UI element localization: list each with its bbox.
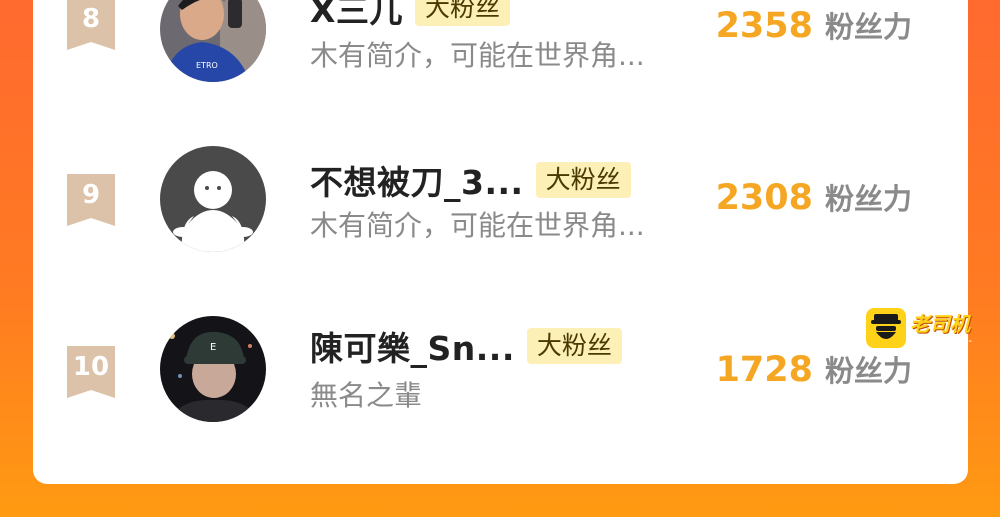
fan-level-badge: 大粉丝 [535,162,631,198]
fan-power-unit: 粉丝力 [824,10,912,44]
list-item[interactable]: 9 不想被刀_3... 大粉丝 木有简介，可能在世界角... 2308 粉丝力 [33,146,968,256]
avatar[interactable] [160,146,266,252]
photo-avatar-icon: ETRO [160,0,266,82]
rank-number: 9 [81,180,101,210]
avatar[interactable]: E [160,316,266,422]
fan-power-value: 1728 [715,350,813,390]
rank-number: 8 [81,4,101,34]
rank-badge: 10 [67,346,115,398]
fan-power-value: 2308 [715,178,813,218]
avatar[interactable]: ETRO [160,0,266,82]
user-name[interactable]: 陳可樂_Sn... [310,322,515,370]
photo-avatar-icon: E [160,316,266,422]
user-bio: 無名之輩 [310,379,423,412]
rank-number: 10 [72,352,110,382]
user-name[interactable]: X三儿 [310,0,403,32]
list-item[interactable]: 8 ETRO X三儿 大粉丝 木有简介，可能在世界角... 2358 粉丝力 [33,0,968,86]
fan-level-badge: 大粉丝 [526,328,622,364]
fan-power-value: 2358 [715,6,813,46]
default-avatar-icon [160,146,266,252]
rank-badge: 9 [67,174,115,226]
fan-level-badge: 大粉丝 [414,0,510,26]
svg-text:ETRO: ETRO [196,61,218,70]
fan-power: 1728 粉丝力 [716,348,912,390]
rank-badge: 8 [67,0,115,50]
watermark: 老司机 - lsjnh.top - [866,308,990,354]
user-bio: 木有简介，可能在世界角... [310,209,645,242]
user-bio: 木有简介，可能在世界角... [310,39,645,72]
leaderboard-card: 8 ETRO X三儿 大粉丝 木有简介，可能在世界角... 2358 粉丝力 9… [33,0,968,484]
driver-logo-icon [866,308,906,348]
fan-power: 2308 粉丝力 [716,176,912,218]
user-name[interactable]: 不想被刀_3... [310,156,524,204]
watermark-title: 老司机 [910,312,970,336]
list-item[interactable]: 10 E 陳可樂_Sn... 大粉丝 無名之輩 1728 粉丝力 [33,316,968,426]
svg-text:E: E [210,342,216,353]
fan-power: 2358 粉丝力 [716,4,912,46]
watermark-subtitle: - lsjnh.top - [910,334,973,347]
fan-power-unit: 粉丝力 [824,354,912,388]
fan-power-unit: 粉丝力 [824,182,912,216]
